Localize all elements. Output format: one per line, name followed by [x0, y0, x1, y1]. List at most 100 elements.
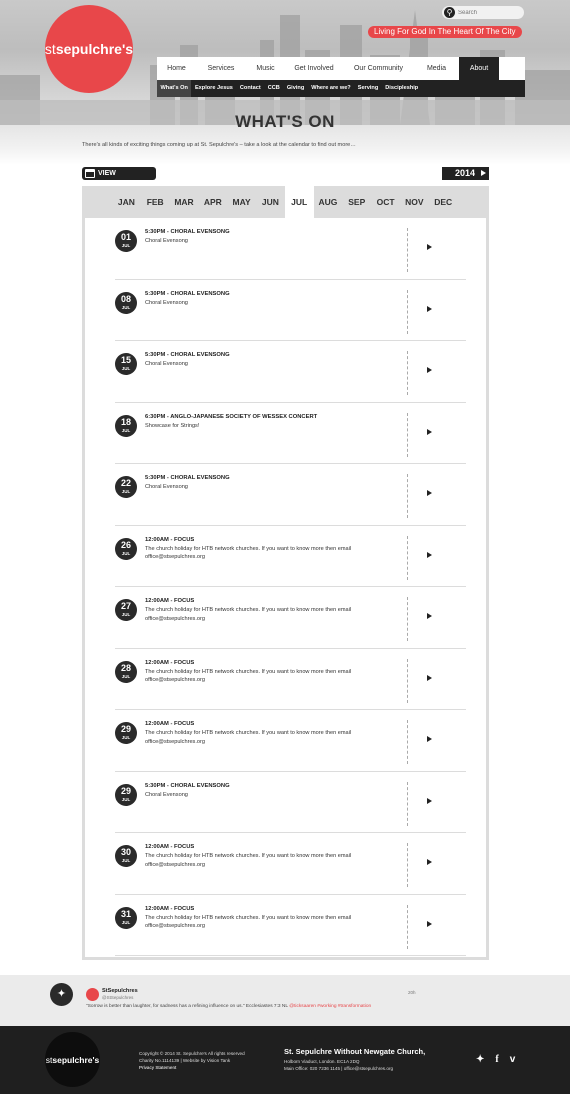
subnav-item-serving[interactable]: Serving [354, 80, 382, 97]
subnav-item-explore-jesus[interactable]: Explore Jesus [191, 80, 236, 97]
event-title[interactable]: 5:30PM - CHORAL EVENSONG [145, 475, 230, 481]
month-tab-jul[interactable]: JUL [284, 186, 314, 218]
event-description: Choral Evensong [145, 791, 188, 798]
event-row[interactable]: 30 JUL 12:00AM - FOCUS The church holiday f… [115, 833, 466, 895]
event-open-arrow-icon[interactable] [427, 244, 432, 250]
event-open-arrow-icon[interactable] [427, 736, 432, 742]
event-date-badge: 08 JUL [115, 291, 137, 314]
event-open-arrow-icon[interactable] [427, 674, 432, 681]
next-year-arrow-icon[interactable] [481, 170, 486, 176]
event-row[interactable]: 18 JUL 6:30PM - ANGLO-JAPANESE SOCIETY OF … [115, 403, 466, 464]
tweet-author-handle[interactable]: @StSepulchres [102, 995, 133, 1000]
event-open-arrow-icon[interactable] [427, 428, 432, 435]
event-day: 18 [120, 416, 131, 427]
event-row[interactable]: 31 JUL 12:00AM - FOCUS The church holiday f… [115, 895, 466, 956]
event-row[interactable]: 26 JUL 12:00AM - FOCUS The church holiday f… [115, 526, 466, 587]
vimeo-icon[interactable]: v [510, 1054, 516, 1065]
event-title[interactable]: 12:00AM - FOCUS [145, 537, 194, 543]
event-divider [407, 535, 408, 580]
footer-copyright-block: Copyright © 2014 St. Sepulchre's All rig… [139, 1050, 245, 1071]
view-calendar-button[interactable]: VIEW CALENDAR [82, 167, 156, 190]
event-date-badge: 30 JUL [115, 845, 137, 867]
month-tab-nov[interactable]: NOV [400, 186, 429, 218]
subnav-item-whats-on[interactable]: What's On [157, 80, 192, 97]
year-selector[interactable]: 2014 [442, 167, 489, 180]
event-open-arrow-icon[interactable] [427, 797, 432, 804]
search-input[interactable] [458, 9, 518, 16]
event-day: 28 [120, 662, 131, 673]
privacy-link[interactable]: Privacy Statement [139, 1064, 245, 1071]
event-divider [407, 412, 408, 457]
event-open-arrow-icon[interactable] [427, 367, 432, 373]
event-open-arrow-icon[interactable] [427, 859, 432, 865]
event-title[interactable]: 5:30PM - CHORAL EVENSONG [145, 291, 230, 297]
subnav-item-where-are-we[interactable]: Where are we? [308, 80, 354, 97]
nav-item-about[interactable]: About [459, 57, 499, 80]
nav-item-our-community[interactable]: Our Community [343, 57, 414, 80]
subnav-item-discipleship[interactable]: Discipleship [382, 80, 422, 97]
event-date-badge: 27 JUL [115, 599, 137, 621]
church-contact[interactable]: Main Office: 020 7236 1145 | office@stse… [284, 1065, 393, 1072]
month-tab-aug[interactable]: AUG [314, 186, 343, 218]
event-title[interactable]: 12:00AM - FOCUS [145, 660, 194, 666]
footer-logo[interactable]: st sepulchre's [45, 1032, 100, 1087]
event-title[interactable]: 12:00AM - FOCUS [145, 598, 194, 604]
nav-item-services[interactable]: Services [196, 57, 246, 80]
event-open-arrow-icon[interactable] [427, 305, 432, 312]
facebook-icon[interactable]: f [495, 1054, 498, 1065]
event-divider [407, 781, 408, 826]
event-row[interactable]: 29 JUL 5:30PM - CHORAL EVENSONG Choral Even… [115, 772, 466, 833]
event-open-arrow-icon[interactable] [427, 490, 432, 496]
event-month: JUL [121, 243, 131, 248]
month-tab-jun[interactable]: JUN [256, 186, 285, 218]
month-tab-mar[interactable]: MAR [170, 186, 199, 218]
month-tab-apr[interactable]: APR [198, 186, 227, 218]
event-row[interactable]: 29 JUL 12:00AM - FOCUS The church holiday f… [115, 710, 466, 772]
subnav-item-contact[interactable]: Contact [236, 80, 264, 97]
event-title[interactable]: 5:30PM - CHORAL EVENSONG [145, 352, 230, 358]
event-row[interactable]: 08 JUL 5:30PM - CHORAL EVENSONG Choral Even… [115, 280, 466, 341]
event-open-arrow-icon[interactable] [427, 613, 432, 619]
twitter-icon[interactable]: ✦ [476, 1054, 484, 1065]
tweet-tags[interactable]: @ticksaaren #working #transformation [289, 1004, 371, 1009]
event-row[interactable]: 22 JUL 5:30PM - CHORAL EVENSONG Choral Even… [115, 464, 466, 526]
calendar-icon [85, 169, 95, 178]
event-row[interactable]: 28 JUL 12:00AM - FOCUS The church holiday f… [115, 649, 466, 710]
event-open-arrow-icon[interactable] [427, 551, 432, 558]
event-title[interactable]: 12:00AM - FOCUS [145, 844, 194, 850]
month-tab-oct[interactable]: OCT [371, 186, 400, 218]
tweet-author-name[interactable]: StSepulchres [102, 988, 138, 994]
nav-item-get-involved[interactable]: Get Involved [285, 57, 343, 80]
event-title[interactable]: 12:00AM - FOCUS [145, 721, 194, 727]
tweet-text: "Sorrow is better than laughter, for sad… [86, 1004, 371, 1009]
month-tab-feb[interactable]: FEB [141, 186, 170, 218]
subnav-item-giving[interactable]: Giving [283, 80, 307, 97]
month-tab-dec[interactable]: DEC [429, 186, 458, 218]
subnav-item-ccb[interactable]: CCB [264, 80, 283, 97]
nav-item-home[interactable]: Home [157, 57, 196, 80]
event-row[interactable]: 01 JUL 5:30PM - CHORAL EVENSONG Choral Even… [115, 218, 466, 280]
twitter-bird-icon[interactable]: ✦ [50, 983, 73, 1006]
event-title[interactable]: 6:30PM - ANGLO-JAPANESE SOCIETY OF WESSE… [145, 414, 317, 420]
tweet-avatar[interactable] [86, 988, 99, 1001]
event-row[interactable]: 27 JUL 12:00AM - FOCUS The church holiday f… [115, 587, 466, 649]
event-row[interactable]: 15 JUL 5:30PM - CHORAL EVENSONG Choral Even… [115, 341, 466, 403]
month-tab-may[interactable]: MAY [227, 186, 256, 218]
social-links: ✦ f v [476, 1054, 515, 1065]
sub-nav: What's On Explore Jesus Contact CCB Givi… [157, 80, 525, 97]
search-box[interactable]: ⚲ [442, 6, 524, 19]
event-month: JUL [121, 427, 131, 433]
search-icon[interactable]: ⚲ [444, 7, 455, 18]
nav-item-media[interactable]: Media [414, 57, 459, 80]
event-title[interactable]: 5:30PM - CHORAL EVENSONG [145, 229, 230, 235]
event-divider [407, 228, 408, 272]
event-open-arrow-icon[interactable] [427, 920, 432, 927]
event-title[interactable]: 5:30PM - CHORAL EVENSONG [145, 783, 230, 789]
month-tab-jan[interactable]: JAN [112, 186, 141, 218]
month-tab-sep[interactable]: SEP [342, 186, 371, 218]
event-month: JUL [121, 304, 131, 310]
site-logo[interactable]: st sepulchre's [45, 5, 133, 93]
event-month: JUL [121, 366, 131, 371]
nav-item-music[interactable]: Music [246, 57, 285, 80]
event-title[interactable]: 12:00AM - FOCUS [145, 906, 194, 912]
